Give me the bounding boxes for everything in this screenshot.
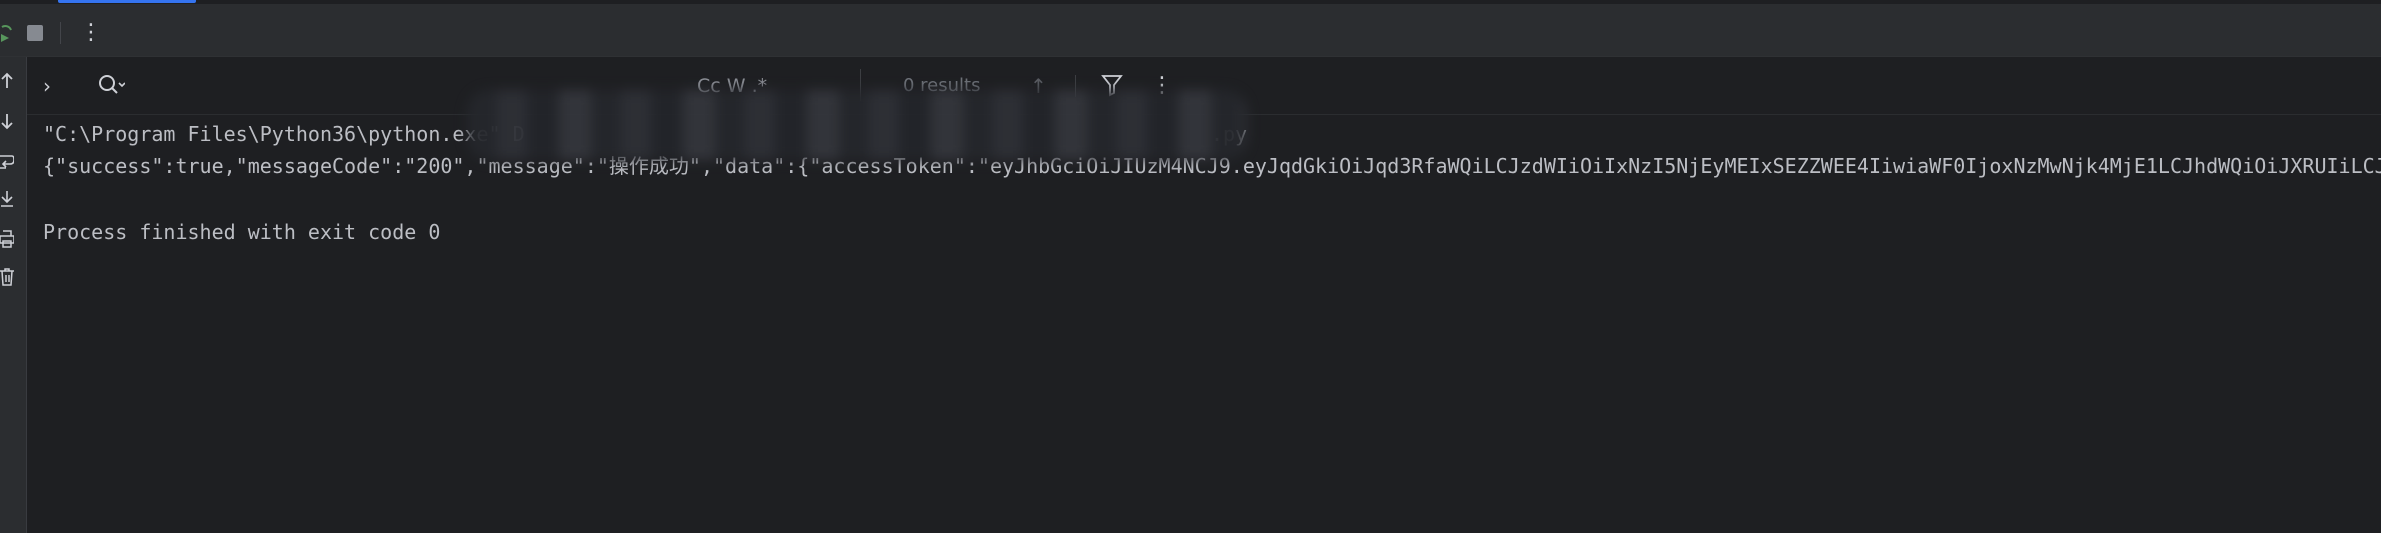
expand-chevron-icon[interactable]: › xyxy=(43,75,61,97)
console-line: Process finished with exit code 0 xyxy=(43,220,441,244)
stop-icon[interactable] xyxy=(27,25,43,41)
run-tool-window: ⋮ › Cc W .* 0 results ↑ ⋮ "C:\Program Fi… xyxy=(0,0,2381,533)
soft-wrap-icon[interactable] xyxy=(0,151,15,171)
print-icon[interactable] xyxy=(0,229,15,249)
rerun-icon[interactable] xyxy=(0,22,14,44)
run-toolbar: ⋮ xyxy=(0,4,2381,56)
redacted-region xyxy=(467,90,1247,160)
arrow-down-icon[interactable] xyxy=(0,111,14,131)
more-options-icon[interactable]: ⋮ xyxy=(80,18,102,48)
search-icon[interactable] xyxy=(97,73,126,99)
scroll-to-end-icon[interactable] xyxy=(0,189,14,209)
active-tab-indicator xyxy=(58,0,196,3)
console-side-toolbar xyxy=(0,57,27,533)
arrow-up-icon[interactable] xyxy=(0,71,14,91)
console-output[interactable]: "C:\Program Files\Python36\python.exe" D… xyxy=(43,114,2381,533)
toolbar-divider xyxy=(60,22,61,44)
trash-icon[interactable] xyxy=(0,267,14,287)
